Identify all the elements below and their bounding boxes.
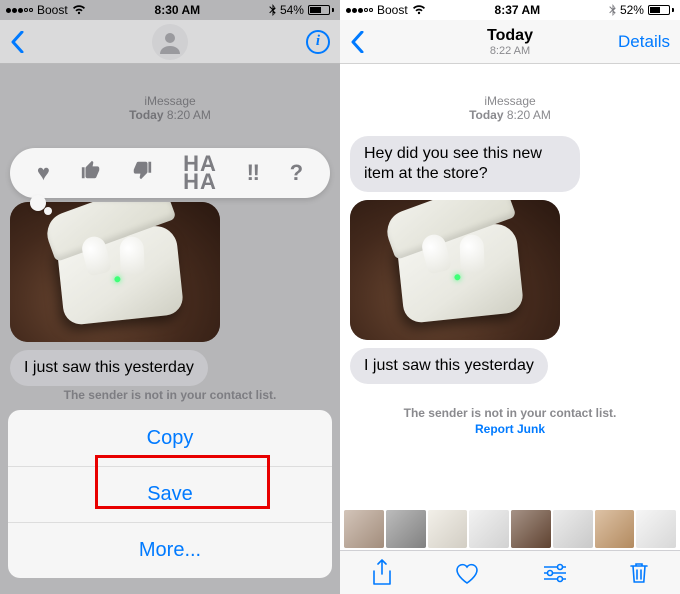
phone-left: Boost 8:30 AM 54% i iMessage To [0, 0, 340, 594]
tapback-thumbs-down-icon[interactable] [131, 159, 153, 187]
message-bubble-reply[interactable]: I just saw this yesterday [10, 350, 208, 386]
tapback-menu: ♥ HAHA ‼ ? [10, 148, 330, 198]
nav-bar: Today 8:22 AM Details [340, 20, 680, 64]
conversation-header: iMessage Today 8:20 AM [350, 94, 670, 122]
battery-icon [308, 5, 334, 15]
thumbnail[interactable] [636, 510, 676, 548]
info-button[interactable]: i [306, 30, 330, 54]
share-icon[interactable] [371, 559, 393, 587]
status-time: 8:30 AM [155, 3, 201, 17]
action-sheet-group: Copy Save More... [8, 410, 332, 578]
trash-icon[interactable] [629, 561, 649, 585]
thumbnail[interactable] [469, 510, 509, 548]
toolbar [340, 550, 680, 594]
report-junk-link[interactable]: Report Junk [350, 422, 670, 436]
battery-icon [648, 5, 674, 15]
bluetooth-icon [609, 4, 616, 16]
conversation: iMessage Today 8:20 AM Hey did you see t… [340, 64, 680, 436]
status-right: 54% [269, 3, 334, 17]
battery-pct: 54% [280, 3, 304, 17]
details-button[interactable]: Details [618, 32, 670, 52]
nav-title-day: Today [487, 27, 533, 45]
thumbnail[interactable] [428, 510, 468, 548]
status-left: Boost [346, 3, 426, 17]
tapback-question-icon[interactable]: ? [290, 160, 303, 186]
thumbnail[interactable] [511, 510, 551, 548]
status-right: 52% [609, 3, 674, 17]
avatar-icon [152, 24, 188, 60]
message-bubble-1[interactable]: Hey did you see this new item at the sto… [350, 136, 580, 192]
sliders-icon[interactable] [542, 562, 568, 584]
more-button[interactable]: More... [8, 522, 332, 578]
save-button[interactable]: Save [8, 466, 332, 522]
status-left: Boost [6, 3, 86, 17]
conversation-header: iMessage Today 8:20 AM [10, 94, 330, 122]
contact-warning: The sender is not in your contact list. [0, 388, 340, 402]
status-bar: Boost 8:37 AM 52% [340, 0, 680, 20]
back-button[interactable] [350, 31, 364, 53]
service-label: iMessage [350, 94, 670, 108]
tapback-tail [30, 195, 46, 211]
nav-title: Today 8:22 AM [487, 27, 533, 57]
tapback-haha-icon[interactable]: HAHA [183, 155, 217, 190]
service-label: iMessage [10, 94, 330, 108]
signal-dots-icon [346, 8, 373, 13]
tapback-thumbs-up-icon[interactable] [80, 159, 102, 187]
back-button[interactable] [10, 31, 24, 53]
nav-bar: i [0, 20, 340, 64]
carrier-label: Boost [377, 3, 408, 17]
signal-dots-icon [6, 8, 33, 13]
nav-title-time: 8:22 AM [487, 45, 533, 57]
message-bubble-reply[interactable]: I just saw this yesterday [350, 348, 548, 384]
conversation: iMessage Today 8:20 AM I just saw this y… [0, 64, 340, 390]
thumbnail[interactable] [386, 510, 426, 548]
bluetooth-icon [269, 4, 276, 16]
status-time: 8:37 AM [495, 3, 541, 17]
contact-warning: The sender is not in your contact list. … [350, 406, 670, 436]
carrier-label: Boost [37, 3, 68, 17]
image-attachment[interactable] [10, 202, 220, 342]
action-sheet: Copy Save More... [8, 410, 332, 586]
image-attachment[interactable] [350, 200, 560, 340]
thumbnail[interactable] [344, 510, 384, 548]
heart-icon[interactable] [454, 561, 480, 585]
wifi-icon [412, 5, 426, 15]
battery-pct: 52% [620, 3, 644, 17]
status-bar: Boost 8:30 AM 54% [0, 0, 340, 20]
phone-right: Boost 8:37 AM 52% Today 8:22 AM Details … [340, 0, 680, 594]
timestamp: Today 8:20 AM [350, 108, 670, 122]
thumbnail[interactable] [553, 510, 593, 548]
tapback-heart-icon[interactable]: ♥ [37, 160, 50, 186]
copy-button[interactable]: Copy [8, 410, 332, 466]
nav-avatar[interactable] [152, 24, 188, 60]
thumbnail[interactable] [595, 510, 635, 548]
tapback-exclaim-icon[interactable]: ‼ [247, 160, 260, 186]
contact-warning-text: The sender is not in your contact list. [350, 406, 670, 420]
timestamp: Today 8:20 AM [10, 108, 330, 122]
photo-thumbnail-strip[interactable] [340, 508, 680, 550]
wifi-icon [72, 5, 86, 15]
